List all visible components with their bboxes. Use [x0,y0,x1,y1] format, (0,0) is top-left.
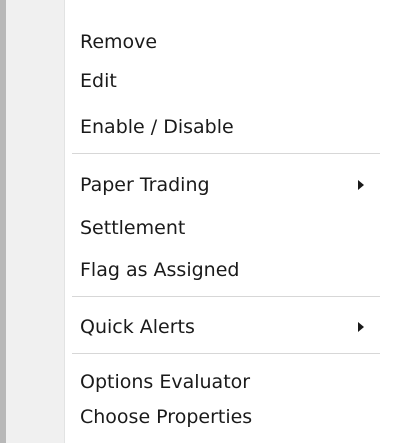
menu-item-flag-as-assigned[interactable]: Flag as Assigned [8,250,392,290]
context-menu: Remove Edit Enable / Disable Paper Tradi… [0,0,396,443]
menu-item-label: Quick Alerts [80,316,195,338]
menu-separator [72,353,380,355]
menu-item-options-evaluator[interactable]: Options Evaluator [8,362,392,402]
menu-separator [72,296,380,298]
menu-item-settlement[interactable]: Settlement [8,208,392,248]
menu-item-label: Choose Properties [80,406,253,428]
menu-separator [72,153,380,155]
menu-item-label: Options Evaluator [80,371,251,393]
menu-item-label: Enable / Disable [80,116,234,138]
menu-item-label: Paper Trading [80,174,210,196]
chevron-right-icon [358,322,364,332]
menu-item-enable-disable[interactable]: Enable / Disable [8,107,392,147]
menu-item-label: Remove [80,31,158,53]
menu-item-paper-trading[interactable]: Paper Trading [8,165,392,205]
menu-item-label: Settlement [80,217,186,239]
menu-item-remove[interactable]: Remove [8,22,392,62]
menu-item-label: Edit [80,70,117,92]
menu-item-label: Flag as Assigned [80,259,240,281]
menu-item-edit[interactable]: Edit [8,61,392,101]
menu-item-quick-alerts[interactable]: Quick Alerts [8,307,392,347]
menu-item-choose-properties[interactable]: Choose Properties [8,397,392,437]
chevron-right-icon [358,180,364,190]
